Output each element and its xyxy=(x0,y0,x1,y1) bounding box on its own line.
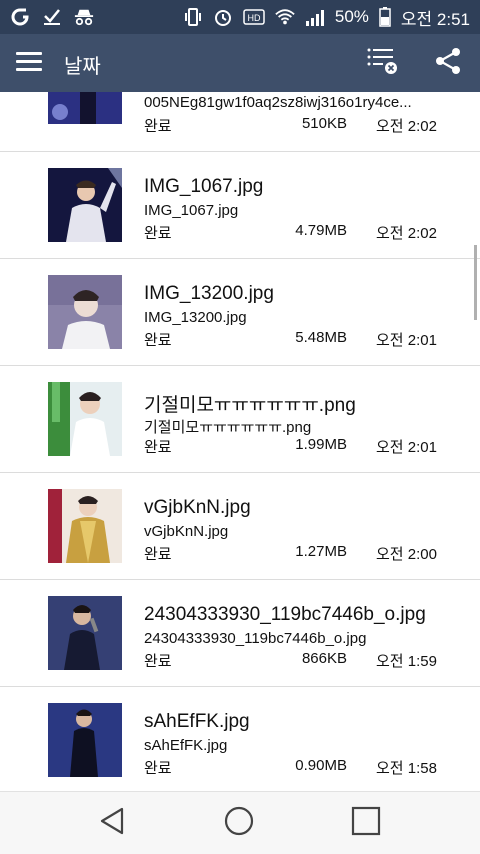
list-item[interactable]: 005NEg81gw1f0aq2sz8iwj316o1ry4ce... 완료 5… xyxy=(0,92,480,152)
download-time: 오전 2:00 xyxy=(376,546,437,563)
app-toolbar: 날짜 xyxy=(0,34,480,92)
system-navbar xyxy=(0,791,480,854)
file-subname: 005NEg81gw1f0aq2sz8iwj316o1ry4ce... xyxy=(144,94,412,111)
download-time: 오전 2:01 xyxy=(376,439,437,456)
download-list: 005NEg81gw1f0aq2sz8iwj316o1ry4ce... 완료 5… xyxy=(0,92,480,791)
file-name: 24304333930_119bc7446b_o.jpg xyxy=(144,604,426,625)
file-size: 866KB xyxy=(301,650,347,667)
clear-list-icon xyxy=(366,46,398,81)
list-item[interactable]: IMG_13200.jpg IMG_13200.jpg 완료 5.48MB 오전… xyxy=(0,259,480,366)
list-item[interactable]: vGjbKnN.jpg vGjbKnN.jpg 완료 1.27MB 오전 2:0… xyxy=(0,473,480,580)
home-icon xyxy=(223,805,255,842)
thumbnail xyxy=(48,275,122,349)
wifi-icon xyxy=(275,7,295,27)
page-title: 날짜 xyxy=(64,56,101,78)
download-status: 완료 xyxy=(144,118,172,135)
recents-button[interactable] xyxy=(336,802,396,844)
list-scrollbar[interactable] xyxy=(474,245,477,320)
alarm-icon xyxy=(213,7,233,27)
download-status: 완료 xyxy=(144,653,172,670)
thumbnail xyxy=(48,489,122,563)
incognito-icon xyxy=(74,7,94,27)
vibrate-icon xyxy=(183,7,203,27)
download-time: 오전 1:58 xyxy=(376,760,437,777)
hd-icon: HD xyxy=(243,7,265,27)
file-name: IMG_13200.jpg xyxy=(144,283,274,304)
download-time: 오전 2:02 xyxy=(376,118,437,135)
download-time: 오전 2:02 xyxy=(376,225,437,242)
file-subname: 기절미모ㅠㅠㅠㅠㅠㅠ.png xyxy=(144,419,312,436)
file-size: 510KB xyxy=(301,115,347,132)
menu-button[interactable] xyxy=(16,52,42,74)
thumbnail xyxy=(48,382,122,456)
status-bar: HD 50% 오전 2:51 xyxy=(0,0,480,34)
list-item[interactable]: 기절미모ㅠㅠㅠㅠㅠㅠ.png 기절미모ㅠㅠㅠㅠㅠㅠ.png 완료 1.99MB … xyxy=(0,366,480,473)
check-icon xyxy=(42,7,62,27)
file-size: 1.99MB xyxy=(295,436,347,453)
file-subname: vGjbKnN.jpg xyxy=(144,523,229,540)
file-size: 5.48MB xyxy=(295,329,347,346)
list-item[interactable]: 24304333930_119bc7446b_o.jpg 24304333930… xyxy=(0,580,480,687)
file-name: 기절미모ㅠㅠㅠㅠㅠㅠ.png xyxy=(144,395,356,416)
download-status: 완료 xyxy=(144,760,172,777)
list-item[interactable]: IMG_1067.jpg IMG_1067.jpg 완료 4.79MB 오전 2… xyxy=(0,152,480,259)
recents-icon xyxy=(351,806,381,841)
download-time: 오전 1:59 xyxy=(376,653,437,670)
back-icon xyxy=(98,806,126,841)
battery-icon xyxy=(379,7,391,27)
file-name: IMG_1067.jpg xyxy=(144,176,264,197)
share-icon xyxy=(433,46,463,81)
download-time: 오전 2:01 xyxy=(376,332,437,349)
thumbnail xyxy=(48,596,122,670)
file-subname: IMG_1067.jpg xyxy=(144,202,239,219)
download-status: 완료 xyxy=(144,546,172,563)
signal-icon xyxy=(305,7,325,27)
thumbnail xyxy=(48,168,122,242)
file-size: 4.79MB xyxy=(295,222,347,239)
menu-icon xyxy=(16,52,42,55)
file-subname: sAhEfFK.jpg xyxy=(144,737,228,754)
home-button[interactable] xyxy=(209,802,269,844)
list-item[interactable]: sAhEfFK.jpg sAhEfFK.jpg 완료 0.90MB 오전 1:5… xyxy=(0,687,480,791)
file-subname: IMG_13200.jpg xyxy=(144,309,247,326)
file-size: 1.27MB xyxy=(295,543,347,560)
hd-label: HD xyxy=(247,13,260,23)
thumbnail xyxy=(48,92,122,124)
clear-list-button[interactable] xyxy=(364,46,400,80)
file-size: 0.90MB xyxy=(295,757,347,774)
status-time: 오전 2:51 xyxy=(400,9,470,29)
file-name: sAhEfFK.jpg xyxy=(144,711,250,732)
app-icon xyxy=(10,7,30,27)
file-subname: 24304333930_119bc7446b_o.jpg xyxy=(144,630,367,647)
share-button[interactable] xyxy=(430,46,466,80)
download-status: 완료 xyxy=(144,439,172,456)
status-left-icons xyxy=(10,0,94,34)
download-status: 완료 xyxy=(144,225,172,242)
thumbnail xyxy=(48,703,122,777)
file-name: vGjbKnN.jpg xyxy=(144,497,251,518)
battery-percent: 50% xyxy=(334,7,369,26)
back-button[interactable] xyxy=(82,802,142,844)
download-status: 완료 xyxy=(144,332,172,349)
status-right-icons: HD 50% 오전 2:51 xyxy=(183,0,470,34)
